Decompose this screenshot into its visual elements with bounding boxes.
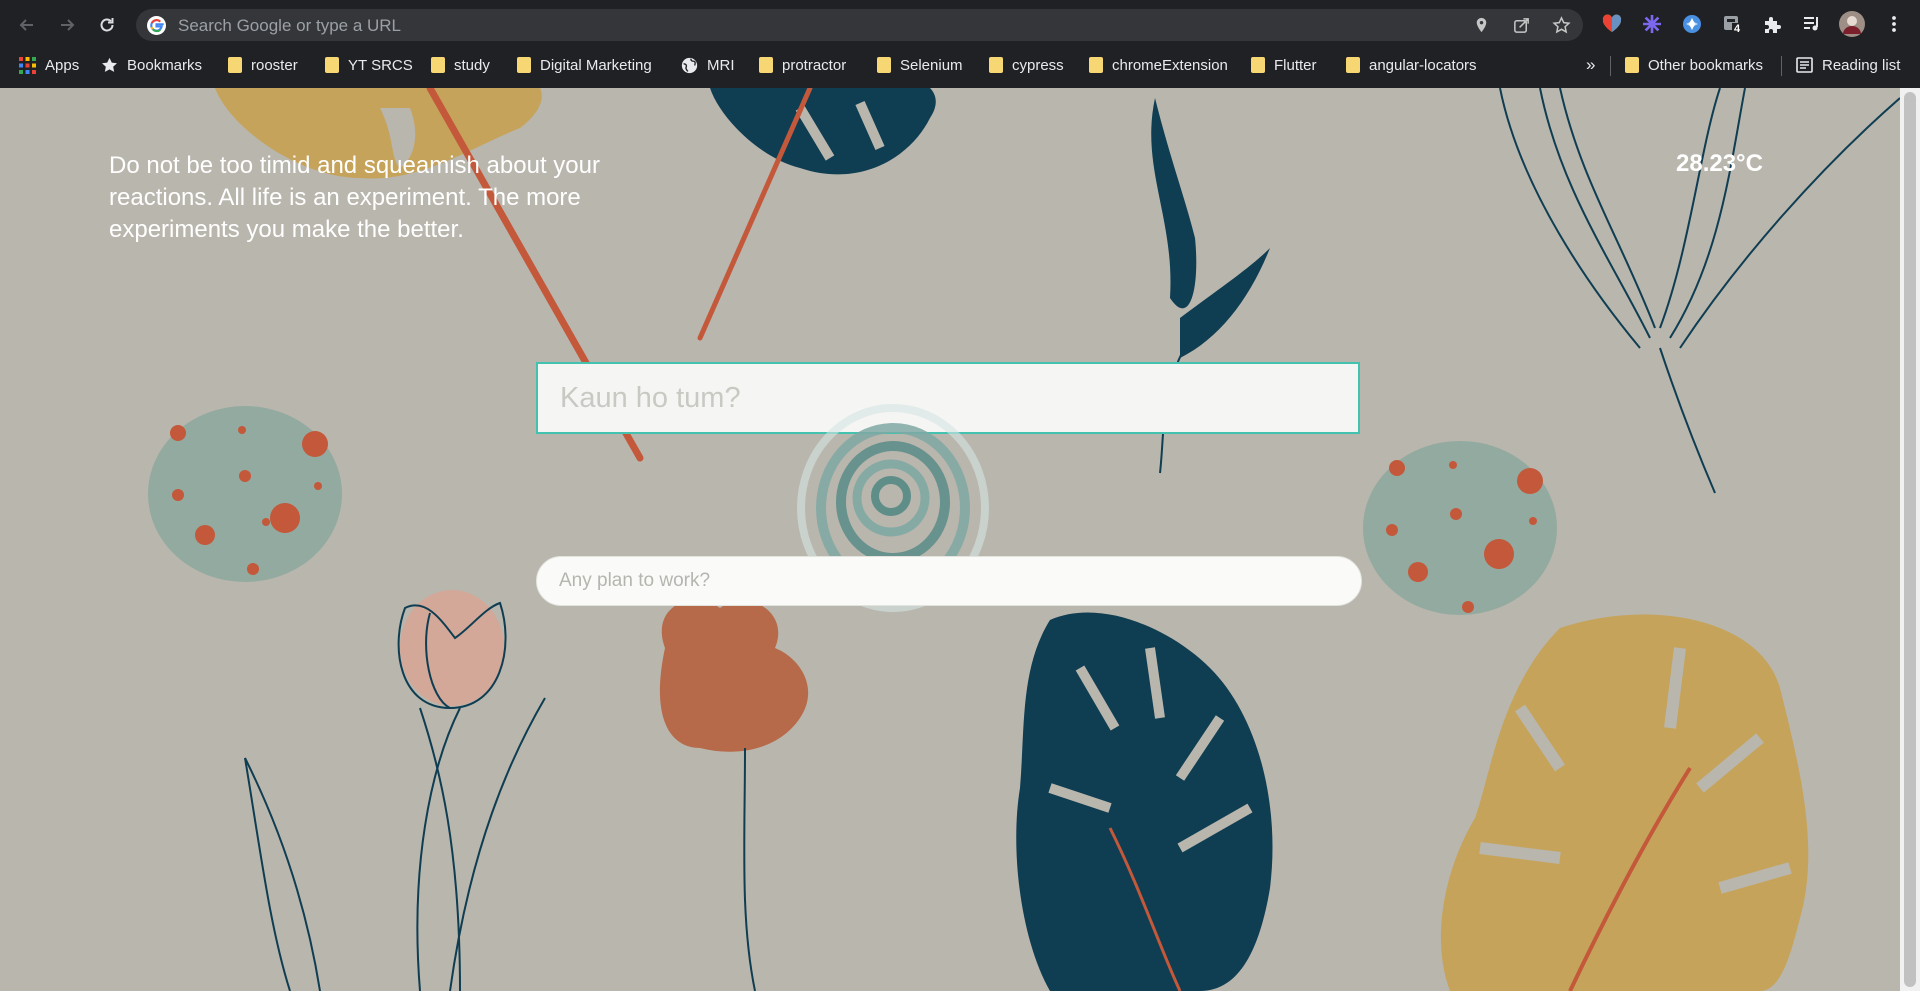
folder-icon <box>877 57 891 73</box>
forward-arrow-icon <box>61 19 75 31</box>
extension-badge-count: 4 <box>1732 23 1743 35</box>
reading-list-icon <box>1796 57 1813 73</box>
quote-text: Do not be too timid and squeamish about … <box>109 152 600 243</box>
reload-button[interactable] <box>92 10 122 40</box>
more-menu-icon[interactable] <box>1882 12 1906 36</box>
extensions-puzzle-icon[interactable] <box>1760 12 1784 36</box>
bookmark-other-bookmarks[interactable]: Other bookmarks <box>1625 55 1763 75</box>
diamond-extension-icon[interactable] <box>1680 12 1704 36</box>
heart-extension-icon[interactable] <box>1600 12 1624 36</box>
bookmarks-divider <box>1781 56 1782 76</box>
google-logo-icon <box>147 16 166 35</box>
rust-flower <box>659 600 809 752</box>
folder-icon <box>431 57 445 73</box>
folder-icon <box>989 57 1003 73</box>
weather-temperature: 28.23°C <box>1676 150 1763 177</box>
teal-leaf-bottom <box>1016 612 1273 991</box>
folder-icon <box>1251 57 1265 73</box>
bookmarks-overflow-button[interactable]: » <box>1586 55 1595 75</box>
bookmark-bookmarks[interactable]: Bookmarks <box>101 55 202 75</box>
media-queue-icon[interactable] <box>1800 12 1824 36</box>
bookmark-apps[interactable]: Apps <box>19 55 79 75</box>
page-scrollbar-thumb[interactable] <box>1904 92 1916 987</box>
bookmark-label: angular-locators <box>1369 56 1477 74</box>
location-pin-icon[interactable] <box>1472 16 1491 35</box>
bookmark-label: Apps <box>45 56 80 74</box>
bookmark-angular-locators[interactable]: angular-locators <box>1346 55 1477 75</box>
bookmark-mri[interactable]: MRI <box>681 55 735 75</box>
bookmark-rooster[interactable]: rooster <box>228 55 298 75</box>
bookmark-star-icon[interactable] <box>1552 16 1571 35</box>
back-button[interactable] <box>12 10 42 40</box>
plan-field-wrapper <box>536 556 1362 606</box>
teal-leaf-stem <box>1151 98 1197 309</box>
bookmark-protractor[interactable]: protractor <box>759 55 846 75</box>
omnibox[interactable]: Search Google or type a URL <box>136 9 1583 41</box>
asterisk-extension-icon[interactable] <box>1640 12 1664 36</box>
bookmark-label: Digital Marketing <box>540 56 652 74</box>
reading-list-label: Reading list <box>1822 56 1901 74</box>
bookmark-label: cypress <box>1012 56 1064 74</box>
bookmark-cypress[interactable]: cypress <box>989 55 1064 75</box>
bookmark-flutter[interactable]: Flutter <box>1251 55 1317 75</box>
forward-button[interactable] <box>52 10 82 40</box>
plan-input[interactable] <box>537 557 1361 605</box>
bookmark-label: rooster <box>251 56 298 74</box>
profile-avatar[interactable] <box>1838 10 1866 38</box>
bookmark-label: YT SRCS <box>348 56 413 74</box>
bookmark-label: chromeExtension <box>1112 56 1228 74</box>
tulip-pink-fill <box>400 590 504 706</box>
folder-icon <box>1089 57 1103 73</box>
bookmark-label: Flutter <box>1274 56 1317 74</box>
bookmark-chromeextension[interactable]: chromeExtension <box>1089 55 1228 75</box>
name-input[interactable] <box>538 364 1358 432</box>
folder-icon <box>517 57 531 73</box>
name-field-wrapper <box>536 362 1360 434</box>
folder-icon <box>1346 57 1360 73</box>
bookmark-selenium[interactable]: Selenium <box>877 55 963 75</box>
bookmark-label: Bookmarks <box>127 56 203 74</box>
browser-toolbar: Search Google or type a URL 4 Apps Bookm… <box>0 0 1920 88</box>
folder-icon <box>759 57 773 73</box>
bookmark-label: MRI <box>707 56 735 74</box>
star-icon <box>102 57 117 72</box>
apps-grid-icon <box>19 56 36 74</box>
bookmark-study[interactable]: study <box>431 55 490 75</box>
share-icon[interactable] <box>1512 16 1531 35</box>
bookmarks-divider <box>1610 56 1611 76</box>
bookmark-label: Other bookmarks <box>1648 56 1764 74</box>
line-plant-top-right <box>1499 88 1900 494</box>
bookmark-label: study <box>454 56 490 74</box>
folder-icon <box>228 57 242 73</box>
badge-extension-icon[interactable]: 4 <box>1720 12 1744 36</box>
overflow-chevron-icon: » <box>1586 55 1596 74</box>
folder-icon <box>325 57 339 73</box>
back-arrow-icon <box>19 19 33 31</box>
bookmark-label: protractor <box>782 56 847 74</box>
bookmarks-bar: Apps Bookmarks rooster YT SRCS study Dig… <box>0 50 1920 80</box>
reading-list-button[interactable]: Reading list <box>1796 55 1900 75</box>
tulip-line-art <box>244 697 546 991</box>
folder-icon <box>1625 57 1639 73</box>
reload-icon <box>100 18 114 32</box>
top-toolbar-row: Search Google or type a URL 4 <box>0 0 1920 50</box>
globe-icon <box>681 57 698 73</box>
mustard-leaf-bottom <box>1440 614 1809 991</box>
bookmark-digital-marketing[interactable]: Digital Marketing <box>517 55 652 75</box>
omnibox-placeholder: Search Google or type a URL <box>178 16 402 35</box>
bookmark-label: Selenium <box>900 56 963 74</box>
teal-leaf-top <box>710 88 936 175</box>
bookmark-yt-srcs[interactable]: YT SRCS <box>325 55 413 75</box>
new-tab-page: Do not be too timid and squeamish about … <box>0 88 1900 991</box>
